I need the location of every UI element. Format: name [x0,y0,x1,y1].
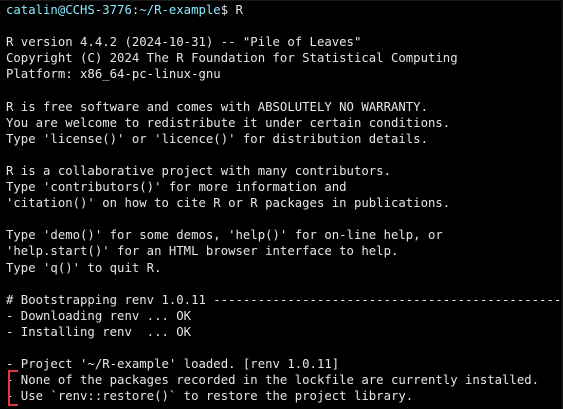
highlight-bracket [8,370,18,406]
prompt-path: ~/R-example [139,3,221,17]
terminal-output[interactable]: R version 4.4.2 (2024-10-31) -- "Pile of… [6,18,563,404]
output-line: - Use `renv::restore()` to restore the p… [6,389,414,404]
prompt-command: $ R [220,3,243,17]
output-line: Type 'license()' or 'licence()' for dist… [6,131,428,146]
output-line: - Installing renv ... OK [6,324,192,339]
output-line: Copyright (C) 2024 The R Foundation for … [6,51,458,66]
output-line: 'citation()' on how to cite R or R packa… [6,196,451,211]
output-line: R is a collaborative project with many c… [6,163,391,178]
output-line: 'help.start()' for an HTML browser inter… [6,244,399,259]
output-line: - Downloading renv ... OK [6,308,192,323]
output-line: Platform: x86_64-pc-linux-gnu [6,67,221,82]
top-border [0,0,563,1]
output-line: R version 4.4.2 (2024-10-31) -- "Pile of… [6,35,362,50]
terminal-window[interactable]: catalin@CCHS-3776:~/R-example$ R R versi… [0,0,563,409]
output-line: Type 'q()' to quit R. [6,260,162,275]
output-line: You are welcome to redistribute it under… [6,115,451,130]
output-line: R is free software and comes with ABSOLU… [6,99,428,114]
output-line: Type 'demo()' for some demos, 'help()' f… [6,228,443,243]
prompt-user-host: catalin@CCHS-3776 [6,3,132,17]
output-line: - None of the packages recorded in the l… [6,373,540,388]
output-line: - Project '~/R-example' loaded. [renv 1.… [6,357,340,372]
output-line: # Bootstrapping renv 1.0.11 ------------… [6,292,562,307]
output-line: Type 'contributors()' for more informati… [6,180,347,195]
prompt-line: catalin@CCHS-3776:~/R-example$ R [6,2,563,18]
